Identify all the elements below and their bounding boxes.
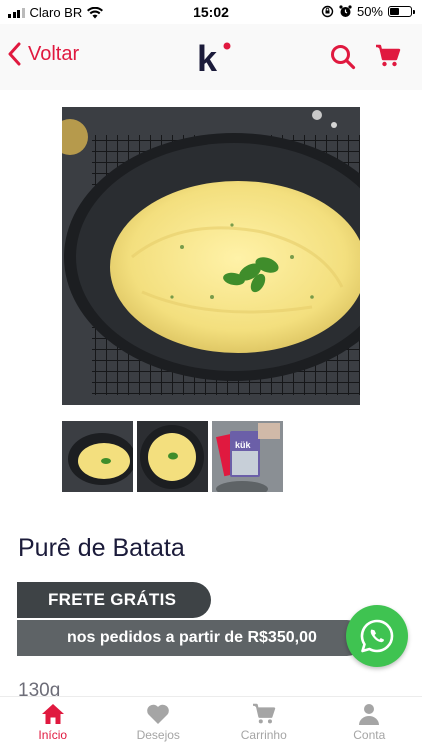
heart-icon <box>147 704 170 724</box>
back-button[interactable]: Voltar <box>8 42 79 66</box>
battery-percent: 50% <box>356 4 383 19</box>
tab-conta-label: Conta <box>353 728 386 742</box>
cart-icon[interactable] <box>375 44 401 68</box>
home-icon <box>41 704 64 724</box>
cart-tab-icon <box>252 703 275 724</box>
search-icon[interactable] <box>330 44 356 70</box>
brand-logo[interactable]: k <box>194 38 234 78</box>
tab-carrinho[interactable]: Carrinho <box>211 697 317 750</box>
whatsapp-button[interactable] <box>346 605 408 667</box>
tab-carrinho-label: Carrinho <box>240 728 287 742</box>
status-bar: Claro BR 15:02 50% <box>0 0 422 24</box>
product-title: Purê de Batata <box>18 534 185 562</box>
alarm-icon <box>339 5 352 17</box>
shipping-condition-badge: nos pedidos a partir de R$350,00 <box>17 620 365 656</box>
free-shipping-badge: FRETE GRÁTIS <box>17 582 211 618</box>
rotation-lock-icon <box>321 5 334 18</box>
battery-icon <box>388 6 415 17</box>
tab-desejos-label: Desejos <box>136 728 180 742</box>
thumbnail-gallery: kük <box>62 421 283 492</box>
thumbnail-1[interactable] <box>62 421 133 492</box>
thumbnail-3[interactable]: kük <box>212 421 283 492</box>
bottom-tab-bar: Início Desejos Carrinho Conta <box>0 696 422 750</box>
tab-inicio-label: Início <box>38 728 68 742</box>
whatsapp-icon <box>360 619 394 653</box>
logo-letter: k <box>197 38 218 78</box>
tab-conta[interactable]: Conta <box>317 697 422 750</box>
mashed-potato-photo <box>62 107 360 405</box>
tab-inicio[interactable]: Início <box>0 697 106 750</box>
package-brand-text: kük <box>235 440 252 450</box>
user-icon <box>359 704 380 725</box>
top-header: Voltar k <box>0 24 422 90</box>
back-label: Voltar <box>28 42 80 65</box>
product-main-image[interactable] <box>62 107 360 405</box>
chevron-left-icon <box>8 42 21 66</box>
tab-desejos[interactable]: Desejos <box>106 697 212 750</box>
thumbnail-2[interactable] <box>137 421 208 492</box>
status-right: 50% <box>321 4 415 19</box>
